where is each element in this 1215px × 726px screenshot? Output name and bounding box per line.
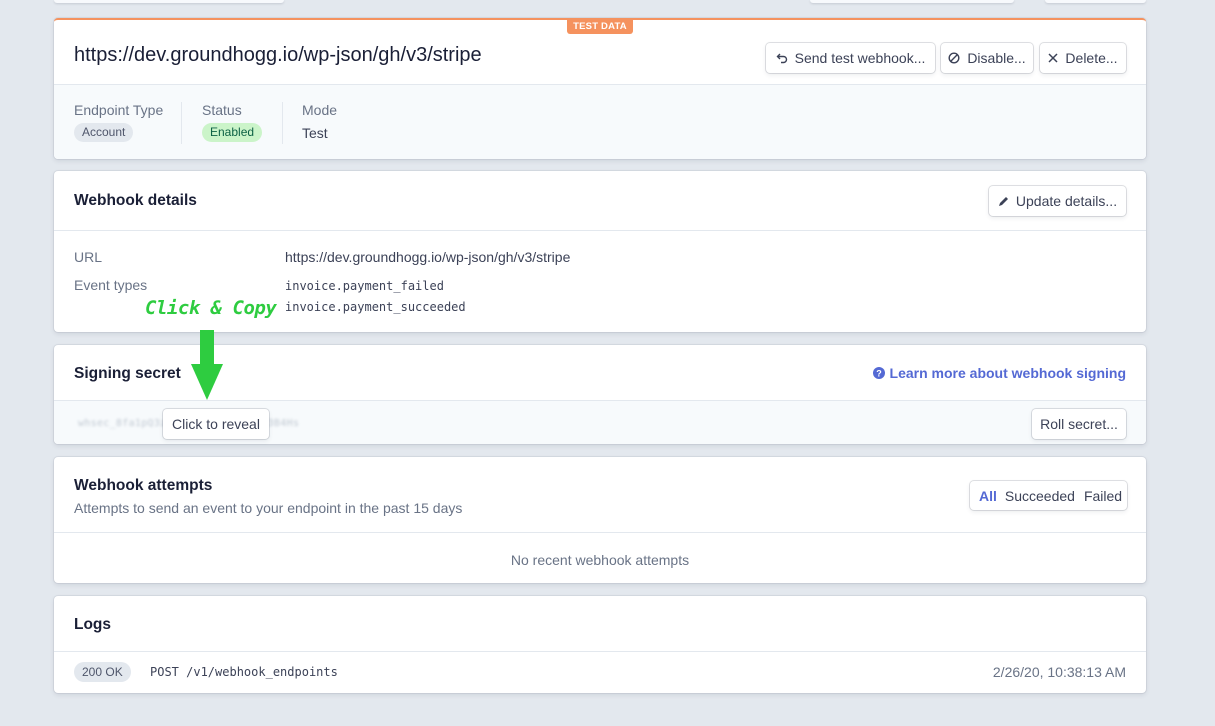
delete-button[interactable]: Delete... [1040, 43, 1126, 73]
endpoint-url-title: https://dev.groundhogg.io/wp-json/gh/v3/… [74, 44, 482, 66]
previous-card-edge-3 [1045, 0, 1146, 3]
test-data-badge: TEST DATA [567, 19, 633, 34]
delete-label: Delete... [1065, 50, 1118, 66]
update-details-button[interactable]: Update details... [989, 186, 1126, 216]
webhook-attempts-subtitle: Attempts to send an event to your endpoi… [74, 500, 463, 516]
webhook-attempts-title: Webhook attempts [74, 477, 213, 494]
logs-card: Logs 200 OK POST /v1/webhook_endpoints 2… [54, 596, 1146, 693]
log-timestamp: 2/26/20, 10:38:13 AM [992, 664, 1126, 680]
event-type-item: invoice.payment_succeeded [285, 300, 466, 314]
event-type-item: invoice.payment_failed [285, 279, 444, 293]
endpoint-type-badge: Account [74, 123, 134, 142]
attempts-empty-state: No recent webhook attempts [510, 552, 690, 568]
roll-secret-button[interactable]: Roll secret... [1032, 409, 1126, 439]
send-test-webhook-button[interactable]: Send test webhook... [766, 43, 935, 73]
meta-label: Mode [302, 102, 338, 118]
close-icon [1048, 53, 1058, 63]
divider [54, 532, 1146, 533]
learn-more-label: Learn more about webhook signing [889, 365, 1126, 381]
help-icon: ? [872, 367, 885, 379]
disable-icon [948, 52, 960, 64]
log-status-badge: 200 OK [74, 662, 131, 682]
logs-title: Logs [74, 616, 112, 633]
signing-secret-title: Signing secret [74, 365, 181, 382]
disable-label: Disable... [967, 50, 1026, 66]
log-row[interactable]: 200 OK POST /v1/webhook_endpoints 2/26/2… [54, 652, 1146, 693]
secret-row: whsec_8fa1pQ3zK9xR7mN2dL5cS98a3B4Hs Clic… [54, 400, 1146, 444]
meta-label: Endpoint Type [74, 102, 164, 118]
divider [54, 230, 1146, 231]
meta-mode: Mode Test [302, 102, 337, 141]
update-details-label: Update details... [1015, 193, 1118, 209]
pencil-icon [998, 196, 1009, 207]
resend-arrow-icon [776, 52, 788, 64]
click-copy-annotation: Click & Copy [145, 297, 277, 319]
meta-status: Status Enabled [202, 102, 283, 144]
status-badge: Enabled [202, 123, 263, 142]
svg-text:?: ? [876, 368, 882, 378]
webhook-details-title: Webhook details [74, 192, 197, 209]
click-to-reveal-button[interactable]: Click to reveal [163, 409, 269, 439]
endpoint-header-card: TEST DATA https://dev.groundhogg.io/wp-j… [54, 18, 1146, 159]
filter-all[interactable]: All [979, 488, 997, 504]
previous-card-edge-2 [810, 0, 1014, 3]
event-types-label: Event types [74, 277, 148, 293]
meta-endpoint-type: Endpoint Type Account [74, 102, 182, 144]
mode-value: Test [302, 125, 328, 141]
learn-more-link[interactable]: ? Learn more about webhook signing [872, 365, 1126, 381]
url-value: https://dev.groundhogg.io/wp-json/gh/v3/… [285, 249, 571, 265]
log-request: POST /v1/webhook_endpoints [150, 665, 338, 679]
filter-succeeded[interactable]: Succeeded [1005, 488, 1075, 504]
send-test-label: Send test webhook... [794, 50, 926, 66]
endpoint-meta-bar: Endpoint Type Account Status Enabled Mod… [54, 84, 1146, 159]
down-arrow-icon [191, 330, 223, 405]
attempts-filter-group: All Succeeded Failed [970, 481, 1127, 510]
filter-failed[interactable]: Failed [1084, 488, 1122, 504]
webhook-attempts-card: Webhook attempts Attempts to send an eve… [54, 457, 1146, 583]
disable-button[interactable]: Disable... [941, 43, 1033, 73]
url-label: URL [74, 249, 103, 265]
meta-label: Status [202, 102, 242, 118]
previous-card-edge [54, 0, 284, 3]
